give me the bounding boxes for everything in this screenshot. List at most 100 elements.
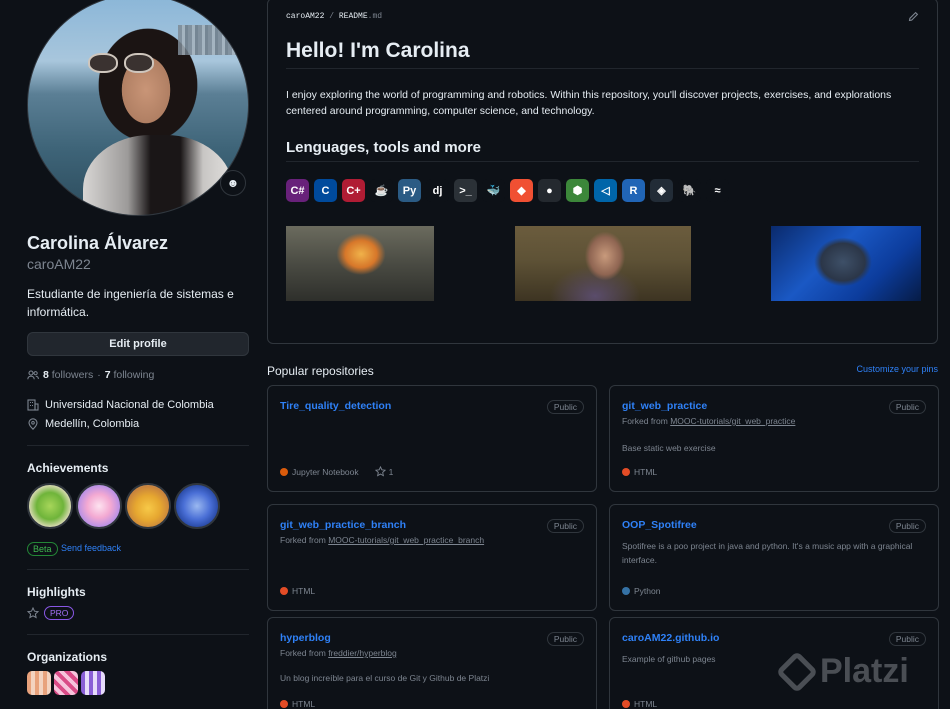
repo-language: Python [622, 586, 660, 596]
public-badge: Public [888, 632, 926, 646]
achievement-pull-shark-icon[interactable] [174, 483, 220, 529]
organization-avatar[interactable] [81, 671, 105, 695]
readme-subheading: Lenguages, tools and more [286, 139, 482, 156]
public-badge: Public [546, 632, 584, 646]
repo-name-link[interactable]: Tire_quality_detection [280, 400, 391, 412]
organization-avatar[interactable] [54, 671, 78, 695]
send-feedback-link[interactable]: Send feedback [61, 543, 121, 553]
postgresql-icon[interactable]: 🐘 [678, 179, 701, 202]
repo-card[interactable]: hyperblog Public Forked from freddier/hy… [267, 617, 597, 709]
r-icon[interactable]: R [622, 179, 645, 202]
divider [27, 569, 249, 570]
avatar[interactable] [27, 0, 249, 216]
nodejs-icon[interactable]: ⬢ [566, 179, 589, 202]
github-icon[interactable]: ● [538, 179, 561, 202]
organizations-title: Organizations [27, 650, 108, 664]
readme-heading: Hello! I'm Carolina [286, 39, 470, 62]
profile-readme-card: caroAM22 / README.md Hello! I'm Carolina… [267, 0, 938, 344]
readme-breadcrumb: caroAM22 / README.md [286, 12, 383, 21]
forked-from: Forked from freddier/hyperblog [280, 648, 397, 658]
repo-language: HTML [622, 699, 657, 709]
bash-icon[interactable]: >_ [454, 179, 477, 202]
follow-stats: 8 followers · 7 following [27, 369, 154, 381]
star-icon [374, 466, 386, 477]
location-icon [28, 418, 38, 430]
python-icon[interactable]: Py [398, 179, 421, 202]
django-icon[interactable]: dj [426, 179, 449, 202]
avatar-background-city [178, 25, 248, 55]
following-link[interactable]: 7 following [105, 369, 155, 381]
repo-name-link[interactable]: OOP_Spotifree [622, 519, 697, 531]
customize-pins-link[interactable]: Customize your pins [856, 364, 938, 374]
repo-language: HTML [280, 586, 315, 596]
repo-name-link[interactable]: git_web_practice [622, 400, 707, 412]
avatar-shirt [83, 135, 233, 215]
docker-icon[interactable]: 🐳 [482, 179, 505, 202]
repo-name-link[interactable]: caroAM22.github.io [622, 632, 719, 644]
public-badge: Public [546, 519, 584, 533]
tool-icons-row: C# C C+ ☕ Py dj >_ 🐳 ◆ ● ⬢ ◁ R ◈ 🐘 ≈ [286, 179, 729, 202]
achievement-pair-extraordinaire-icon[interactable] [27, 483, 73, 529]
forked-from-link[interactable]: freddier/hyperblog [328, 648, 397, 658]
star-icon [27, 607, 39, 619]
repo-language: HTML [622, 467, 657, 477]
vscode-icon[interactable]: ◁ [594, 179, 617, 202]
divider [286, 68, 919, 69]
repo-description: Spotifree is a poo project in java and p… [622, 541, 913, 565]
organization-icon [27, 399, 39, 411]
readme-intro: I enjoy exploring the world of programmi… [286, 89, 892, 117]
breadcrumb-user[interactable]: caroAM22 [286, 12, 324, 21]
mysql-icon[interactable]: ≈ [706, 179, 729, 202]
set-status-icon[interactable]: ☻ [220, 170, 246, 196]
unity-icon[interactable]: ◈ [650, 179, 673, 202]
profile-name: Carolina Álvarez [27, 233, 169, 253]
public-badge: Public [546, 400, 584, 414]
forked-from: Forked from MOOC-tutorials/git_web_pract… [622, 416, 796, 426]
followers-link[interactable]: 8 followers [43, 369, 93, 381]
repo-card[interactable]: git_web_practice_branch Public Forked fr… [267, 504, 597, 611]
repo-card[interactable]: git_web_practice Public Forked from MOOC… [609, 385, 939, 492]
readme-gif-fire [286, 226, 434, 301]
organization-avatar[interactable] [27, 671, 51, 695]
java-icon[interactable]: ☕ [370, 179, 393, 202]
profile-location: Medellín, Colombia [27, 418, 139, 430]
people-icon [27, 370, 39, 380]
forked-from-link[interactable]: MOOC-tutorials/git_web_practice_branch [328, 535, 484, 545]
highlights-title: Highlights [27, 585, 86, 599]
repo-card[interactable]: OOP_Spotifree Public Spotifree is a poo … [609, 504, 939, 611]
forked-from: Forked from MOOC-tutorials/git_web_pract… [280, 535, 485, 545]
repo-description: Un blog increíble para el curso de Git y… [280, 673, 490, 683]
language-color-dot [280, 700, 288, 708]
readme-gif-warrior [515, 226, 691, 301]
repo-language: Jupyter Notebook 1 [280, 466, 393, 477]
profile-sidebar: ☻ Carolina Álvarez caroAM22 Estudiante d… [0, 0, 262, 709]
public-badge: Public [888, 519, 926, 533]
repo-card[interactable]: Tire_quality_detection Public Jupyter No… [267, 385, 597, 492]
git-icon[interactable]: ◆ [510, 179, 533, 202]
repo-name-link[interactable]: git_web_practice_branch [280, 519, 406, 531]
highlight-pro: PRO [27, 606, 75, 620]
edit-profile-button[interactable]: Edit profile [27, 332, 249, 356]
repo-stars-link[interactable]: 1 [374, 466, 393, 477]
public-badge: Public [888, 400, 926, 414]
language-color-dot [622, 700, 630, 708]
readme-gif-anime [771, 226, 921, 301]
edit-readme-pencil-icon[interactable] [908, 11, 919, 25]
repo-language: HTML [280, 699, 315, 709]
repo-name-link[interactable]: hyperblog [280, 632, 331, 644]
divider [286, 161, 919, 162]
pro-badge: PRO [44, 606, 75, 620]
platzi-watermark: Platzi [775, 650, 909, 693]
csharp-icon[interactable]: C# [286, 179, 309, 202]
follow-separator: · [97, 369, 101, 381]
breadcrumb-file[interactable]: README [339, 12, 368, 21]
cplusplus-icon[interactable]: C+ [342, 179, 365, 202]
achievement-yolo-icon[interactable] [76, 483, 122, 529]
c-icon[interactable]: C [314, 179, 337, 202]
forked-from-link[interactable]: MOOC-tutorials/git_web_practice [670, 416, 795, 426]
divider [27, 634, 249, 635]
language-color-dot [280, 587, 288, 595]
profile-login: caroAM22 [27, 256, 91, 272]
popular-repositories-title: Popular repositories [267, 364, 374, 378]
achievement-quickdraw-icon[interactable] [125, 483, 171, 529]
